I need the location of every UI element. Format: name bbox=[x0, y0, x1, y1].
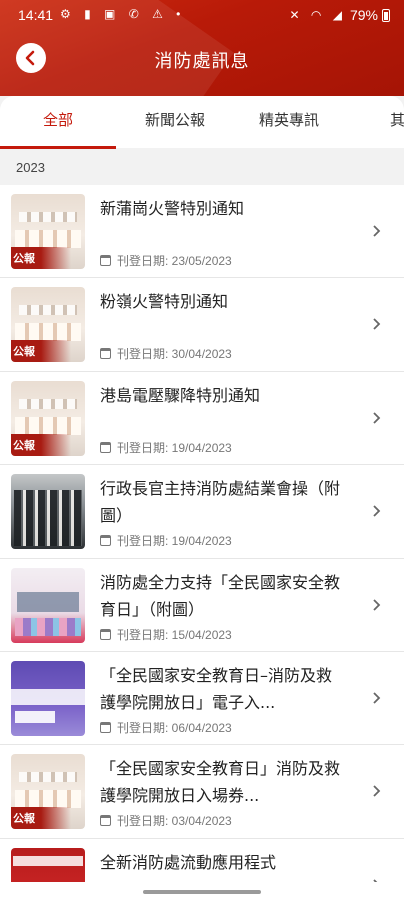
battery-icon bbox=[382, 8, 390, 22]
item-date-text: 刊登日期: 23/05/2023 bbox=[117, 254, 232, 268]
status-bar: 14:41 ⚙ ▮ ▣ ✆ ⚠ • ✕ ◠ ◢ 79% bbox=[0, 0, 404, 30]
ceremony-photo-thumbnail bbox=[11, 474, 85, 550]
press-thumbnail: 公報 bbox=[11, 194, 85, 269]
item-title: 粉嶺火警特別通知 bbox=[100, 292, 229, 312]
thumb-badge: 公報 bbox=[13, 812, 35, 826]
calendar-icon bbox=[100, 628, 111, 640]
thumb-badge: 公報 bbox=[13, 438, 35, 452]
thumb-badge: 公報 bbox=[13, 252, 35, 265]
item-date: 刊登日期: 23/05/2023 bbox=[100, 252, 232, 269]
chevron-right-icon bbox=[373, 692, 381, 704]
chevron-right-icon bbox=[373, 225, 381, 237]
item-date: 刊登日期: 15/04/2023 bbox=[100, 626, 232, 643]
press-thumbnail: 公報 bbox=[11, 754, 85, 830]
item-date: 刊登日期: 06/04/2023 bbox=[100, 719, 232, 736]
press-thumbnail: 公報 bbox=[11, 287, 85, 363]
status-right: ✕ ◠ ◢ 79% bbox=[290, 7, 390, 23]
tab-elite-newsletter[interactable]: 精英專訊 bbox=[259, 96, 319, 148]
calendar-icon bbox=[100, 815, 111, 827]
chevron-right-icon bbox=[373, 318, 381, 331]
home-gesture-handle[interactable] bbox=[143, 890, 261, 894]
chevron-right-icon bbox=[373, 598, 381, 611]
chevron-right-icon bbox=[373, 412, 381, 424]
tab-press-release[interactable]: 新聞公報 bbox=[145, 96, 205, 148]
item-title: 消防處全力支持「全民國家安全教育日」（附圖） bbox=[100, 572, 341, 619]
item-title: 行政長官主持消防處結業會操（附圖） bbox=[100, 479, 341, 526]
calendar-icon bbox=[100, 255, 111, 266]
list-item[interactable]: 公報 新蒲崗火警特別通知 刊登日期: 23/05/2023 bbox=[0, 185, 404, 279]
item-date-text: 刊登日期: 19/04/2023 bbox=[117, 534, 232, 549]
active-tab-indicator bbox=[0, 146, 116, 149]
item-title: 全新消防處流動應用程式 bbox=[100, 852, 277, 872]
education-day-photo-thumbnail bbox=[11, 567, 85, 643]
list-item[interactable]: 公報 粉嶺火警特別通知 刊登日期: 30/04/2023 bbox=[0, 278, 404, 372]
calendar-icon bbox=[100, 721, 111, 733]
status-notification-icons: ⚙ ▮ ▣ ✆ ⚠ • bbox=[60, 7, 186, 21]
list-item[interactable]: 行政長官主持消防處結業會操（附圖） 刊登日期: 19/04/2023 bbox=[0, 465, 404, 559]
item-title: 港島電壓驟降特別通知 bbox=[100, 385, 261, 405]
item-date-text: 刊登日期: 15/04/2023 bbox=[117, 627, 232, 642]
item-title: 「全民國家安全教育日」消防及救護學院開放日入場券... bbox=[100, 759, 341, 806]
page-title: 消防處訊息 bbox=[154, 51, 250, 72]
press-thumbnail: 公報 bbox=[11, 380, 85, 456]
list-item[interactable]: 公報 「全民國家安全教育日」消防及救護學院開放日入場券... 刊登日期: 03/… bbox=[0, 745, 404, 839]
item-date-text: 刊登日期: 03/04/2023 bbox=[117, 814, 232, 829]
category-tabs: 全部 新聞公報 精英專訊 其 bbox=[0, 96, 404, 148]
item-date-text: 刊登日期: 19/04/2023 bbox=[117, 440, 232, 455]
list-item[interactable]: 「全民國家安全教育日–消防及救護學院開放日」電子入... 刊登日期: 06/04… bbox=[0, 651, 404, 746]
calendar-icon bbox=[100, 535, 111, 547]
list-item[interactable]: 公報 港島電壓驟降特別通知 刊登日期: 19/04/2023 bbox=[0, 371, 404, 466]
calendar-icon bbox=[100, 441, 111, 453]
e-ticket-thumbnail bbox=[11, 660, 85, 736]
chevron-right-icon bbox=[373, 505, 381, 517]
item-title: 新蒲崗火警特別通知 bbox=[100, 199, 245, 218]
tab-all[interactable]: 全部 bbox=[43, 96, 73, 148]
year-header: 2023 bbox=[16, 160, 45, 175]
thumb-badge: 公報 bbox=[13, 345, 35, 359]
tab-others[interactable]: 其 bbox=[390, 96, 404, 148]
list-item[interactable]: 消防處全力支持「全民國家安全教育日」（附圖） 刊登日期: 15/04/2023 bbox=[0, 558, 404, 652]
news-list: 公報 新蒲崗火警特別通知 刊登日期: 23/05/2023 公報 粉嶺火警特別通… bbox=[0, 185, 404, 900]
item-date-text: 刊登日期: 30/04/2023 bbox=[117, 347, 232, 362]
item-title: 「全民國家安全教育日–消防及救護學院開放日」電子入... bbox=[100, 665, 333, 712]
gesture-nav-bar bbox=[0, 882, 404, 900]
item-date-text: 刊登日期: 06/04/2023 bbox=[117, 720, 232, 735]
item-date: 刊登日期: 19/04/2023 bbox=[100, 532, 232, 549]
item-date: 刊登日期: 19/04/2023 bbox=[100, 439, 232, 456]
battery-percent: 79% bbox=[349, 7, 378, 23]
app-header: 14:41 ⚙ ▮ ▣ ✆ ⚠ • ✕ ◠ ◢ 79% 消防處訊息 bbox=[0, 0, 404, 96]
calendar-icon bbox=[100, 348, 111, 360]
item-date: 刊登日期: 03/04/2023 bbox=[100, 812, 232, 829]
connectivity-icons: ✕ ◠ ◢ bbox=[289, 8, 346, 22]
item-date: 刊登日期: 30/04/2023 bbox=[100, 345, 232, 362]
chevron-right-icon bbox=[373, 785, 381, 797]
status-time: 14:41 bbox=[18, 7, 54, 23]
